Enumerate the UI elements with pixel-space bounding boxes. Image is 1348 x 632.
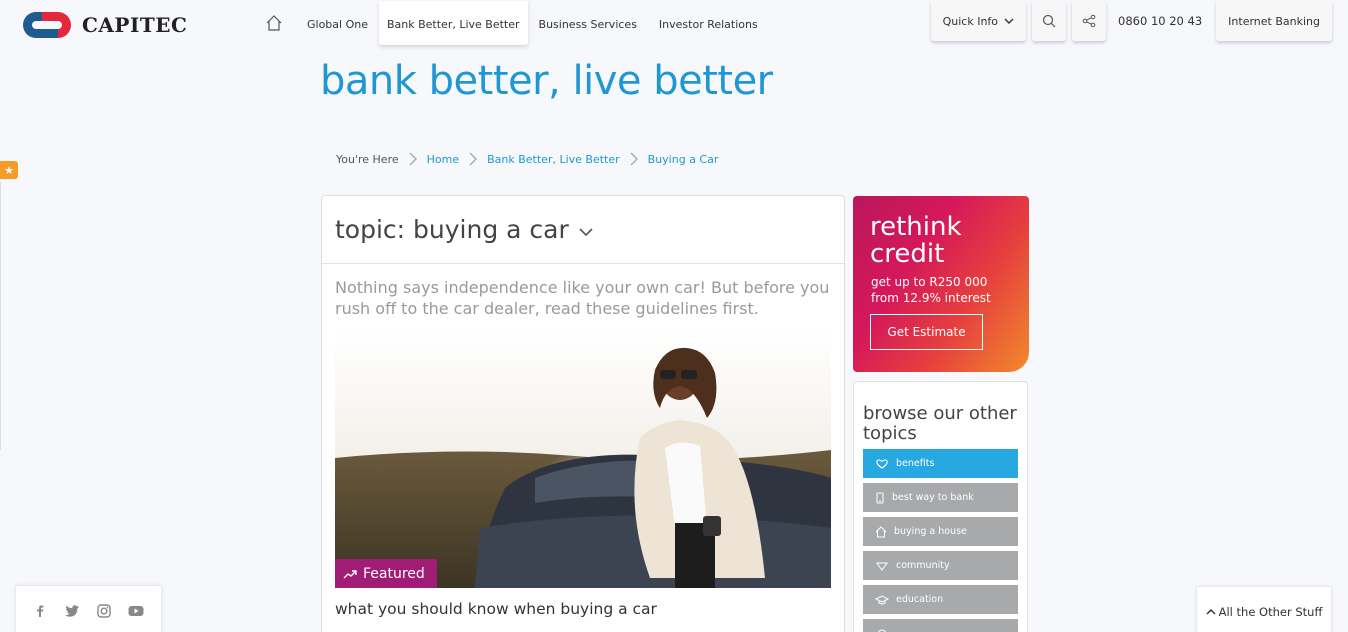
topic-buying-house-label: buying a house xyxy=(894,526,967,537)
share-icon xyxy=(1082,14,1096,28)
star-icon[interactable]: ★ xyxy=(0,161,18,179)
promo-subtitle: get up to R250 000 from 12.9% interest xyxy=(871,274,991,306)
promo-sub-line2: from 12.9% interest xyxy=(871,291,991,305)
nav-investor-relations[interactable]: Investor Relations xyxy=(648,1,769,45)
topic-list: benefits best way to bank buying a house… xyxy=(863,449,1018,632)
breadcrumb: You're Here Home Bank Better, Live Bette… xyxy=(336,152,718,166)
topic-title: topic: buying a car xyxy=(335,215,569,244)
nav-global-one[interactable]: Global One xyxy=(296,1,379,45)
promo-title-line2: credit xyxy=(870,239,945,269)
featured-label: Featured xyxy=(363,565,425,582)
main-nav: Global One Bank Better, Live Better Busi… xyxy=(260,0,769,46)
house-icon xyxy=(875,525,887,537)
topic-best-way-label: best way to bank xyxy=(892,492,974,503)
share-button[interactable] xyxy=(1072,1,1107,41)
chevron-up-icon xyxy=(1206,608,1216,615)
chevron-down-icon xyxy=(1004,18,1014,24)
topic-partially-visible[interactable] xyxy=(863,619,1018,632)
topic-community[interactable]: community xyxy=(863,551,1018,580)
get-estimate-button[interactable]: Get Estimate xyxy=(870,314,983,350)
article-title[interactable]: what you should know when buying a car xyxy=(335,600,657,618)
nav-bank-better[interactable]: Bank Better, Live Better xyxy=(378,1,528,45)
topic-education[interactable]: education xyxy=(863,585,1018,614)
breadcrumb-home[interactable]: Home xyxy=(427,153,459,166)
topic-benefits-label: benefits xyxy=(896,458,935,469)
phone-icon xyxy=(876,492,884,503)
facebook-icon[interactable] xyxy=(33,604,47,618)
topic-best-way-to-bank[interactable]: best way to bank xyxy=(863,483,1018,512)
graduation-cap-icon xyxy=(875,594,889,604)
chevron-right-icon xyxy=(630,152,638,166)
heart-hands-icon xyxy=(876,458,888,469)
all-other-stuff-button[interactable]: All the Other Stuff xyxy=(1197,587,1331,632)
twitter-icon[interactable] xyxy=(64,604,80,618)
chevron-right-icon xyxy=(409,152,417,166)
topic-community-label: community xyxy=(896,560,950,571)
header-tools: Quick Info 0860 10 20 43 Internet Bankin… xyxy=(930,0,1332,42)
promo-sub-line1: get up to R250 000 xyxy=(871,275,988,289)
promo-title: rethink credit xyxy=(870,214,962,268)
topic-selector[interactable]: topic: buying a car xyxy=(322,196,844,264)
featured-article-image[interactable]: Featured xyxy=(335,328,831,588)
rethink-credit-banner[interactable]: rethink credit get up to R250 000 from 1… xyxy=(853,196,1029,372)
topic-buying-a-house[interactable]: buying a house xyxy=(863,517,1018,546)
site-header: CAPITEC Global One Bank Better, Live Bet… xyxy=(0,0,1348,50)
featured-badge: Featured xyxy=(335,559,437,588)
capitec-logo-mark xyxy=(22,10,72,40)
quick-info-label: Quick Info xyxy=(942,14,999,28)
topic-icon xyxy=(877,629,887,632)
promo-title-line1: rethink xyxy=(870,212,962,242)
nav-business-services[interactable]: Business Services xyxy=(528,1,648,45)
all-other-stuff-label: All the Other Stuff xyxy=(1218,605,1323,619)
phone-number[interactable]: 0860 10 20 43 xyxy=(1112,14,1210,28)
topic-intro: Nothing says independence like your own … xyxy=(335,278,830,318)
capitec-logo-text: CAPITEC xyxy=(82,13,188,37)
youtube-icon[interactable] xyxy=(128,605,144,617)
browse-topics-panel: browse our other topics benefits best wa… xyxy=(853,381,1028,632)
quick-info-button[interactable]: Quick Info xyxy=(930,1,1027,41)
breadcrumb-bank-better[interactable]: Bank Better, Live Better xyxy=(487,153,620,166)
left-divider xyxy=(0,182,1,450)
page-title: bank better, live better xyxy=(320,58,773,104)
chevron-right-icon xyxy=(469,152,478,166)
browse-title: browse our other topics xyxy=(863,403,1017,444)
trending-up-icon xyxy=(343,569,357,578)
internet-banking-button[interactable]: Internet Banking xyxy=(1216,1,1332,41)
breadcrumb-here: You're Here xyxy=(336,152,399,166)
topic-education-label: education xyxy=(896,594,944,605)
social-links xyxy=(16,586,161,632)
home-icon[interactable] xyxy=(260,9,288,37)
topic-benefits[interactable]: benefits xyxy=(863,449,1018,478)
search-button[interactable] xyxy=(1032,1,1067,41)
breadcrumb-buying-a-car[interactable]: Buying a Car xyxy=(648,153,719,166)
instagram-icon[interactable] xyxy=(97,604,111,618)
woman-with-car-photo xyxy=(335,328,831,588)
hearts-icon xyxy=(876,562,888,571)
topic-card: topic: buying a car Nothing says indepen… xyxy=(321,195,845,632)
capitec-logo[interactable]: CAPITEC xyxy=(22,10,187,40)
chevron-down-icon xyxy=(579,227,593,236)
search-icon xyxy=(1042,14,1056,28)
